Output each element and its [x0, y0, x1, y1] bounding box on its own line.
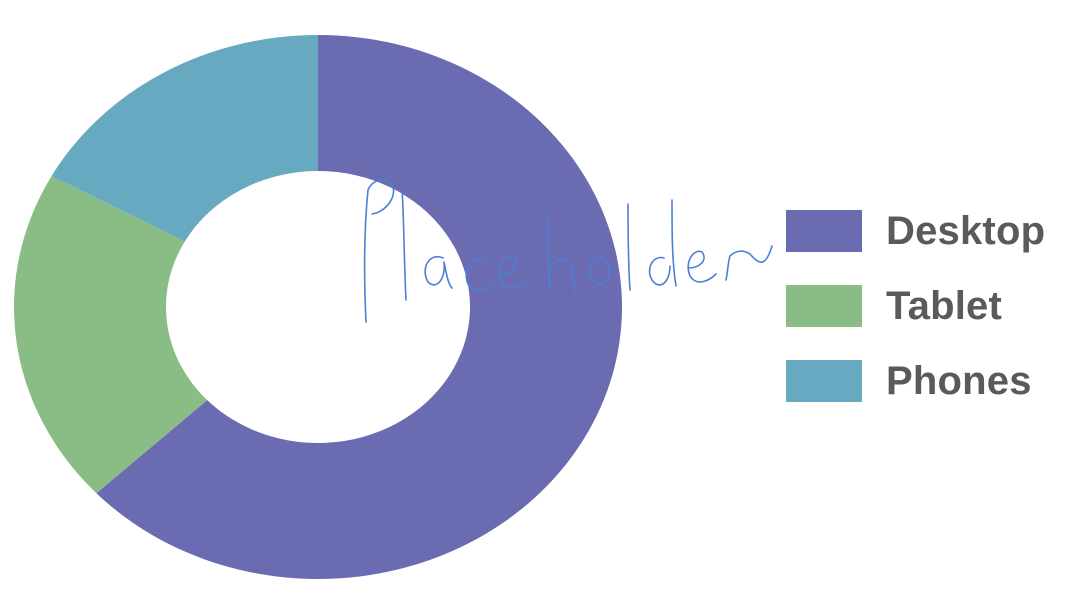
legend-label-phones: Phones: [886, 358, 1032, 403]
legend-label-desktop: Desktop: [886, 208, 1046, 253]
legend-swatch-tablet: [786, 285, 862, 327]
legend-item-phones: Phones: [786, 358, 1045, 403]
donut-slices: [13, 35, 622, 579]
legend-label-tablet: Tablet: [886, 283, 1003, 328]
legend-item-desktop: Desktop: [786, 208, 1046, 253]
legend-swatch-desktop: [786, 210, 862, 252]
chart-legend: Desktop Tablet Phones: [786, 208, 1046, 403]
legend-swatch-phones: [786, 360, 862, 402]
donut-chart: Desktop Tablet Phones: [0, 0, 1092, 607]
legend-item-tablet: Tablet: [786, 283, 1045, 328]
